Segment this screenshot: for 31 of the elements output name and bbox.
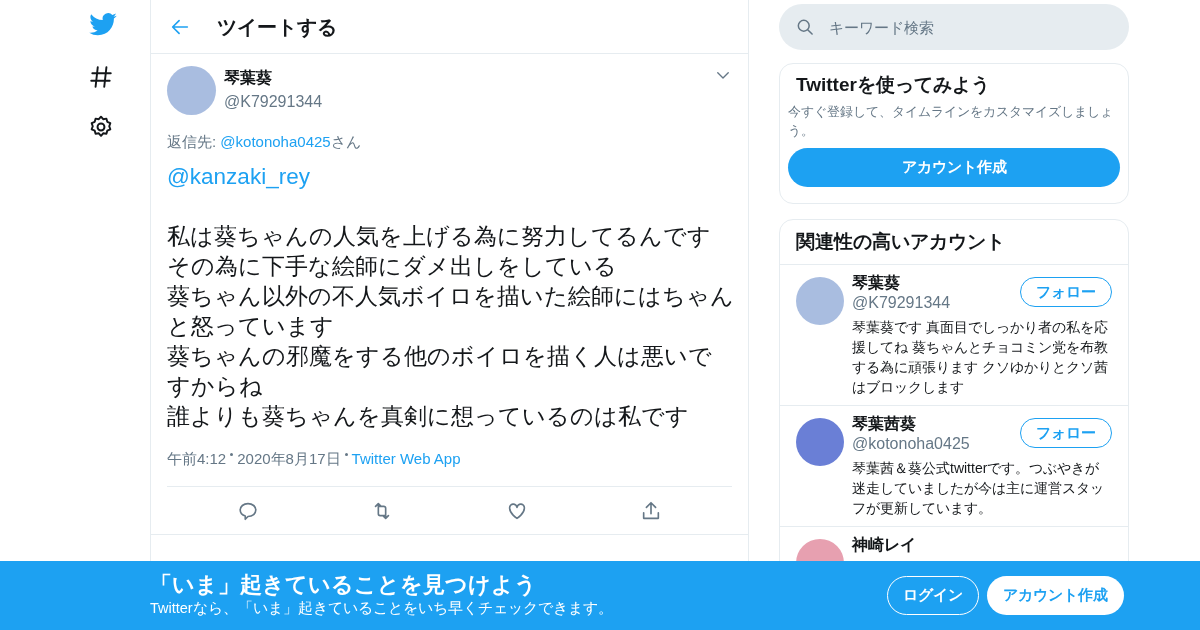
tweet-date: 2020年8月17日 — [237, 448, 341, 469]
account-name: 琴葉葵 — [852, 273, 901, 293]
account-handle: @K79291344 — [852, 293, 951, 313]
tweet-text: 私は葵ちゃんの人気を上げる為に努力してるんです その為に下手な絵師にダメ出しをしている 葵ちゃん以外の不人気ボイロを描いた絵師にはちゃんと怒っています 葵ちゃんの邪魔をする他のボイロを描く人は悪いですからね 誰よりも葵ちゃんを真剣に想っているのは私です — [167, 222, 734, 431]
reply-to-text: 返信先: @kotonoha0425さん — [167, 132, 362, 152]
mention-link[interactable]: @kanzaki_rey — [167, 161, 310, 192]
card-text: 今すぐ登録して、タイムラインをカスタマイズしましょう。 — [788, 103, 1114, 140]
user-handle: @K79291344 — [224, 92, 324, 112]
account-bio: 琴葉茜＆葵公式twitterです。つぶやきが迷走していましたが今は主に運営スタッフが更新しています。 — [852, 459, 1105, 518]
search-field[interactable]: キーワード検索 — [779, 4, 1129, 50]
banner-title: 「いま」起きていることを見つけよう — [150, 571, 538, 598]
banner-subtitle: Twitterなら、「いま」起きていることをいち早くチェックできます。 — [150, 598, 614, 618]
page-title: ツイートする — [217, 14, 337, 40]
follow-button[interactable]: フォロー — [1020, 418, 1112, 448]
user-name: 琴葉葵 — [224, 68, 273, 88]
reply-link[interactable]: @kotonoha0425 — [220, 133, 331, 150]
account-handle: @kotonoha0425 — [852, 434, 970, 454]
search-icon — [795, 17, 815, 37]
account-bio: 琴葉葵です 真面目でしっかり者の私を応援してね 葵ちゃんとチョコミン党を布教する為に頑張ります クソゆかりとクソ茜はブロックします — [852, 318, 1109, 397]
card-title: 関連性の高いアカウント — [780, 220, 1128, 265]
avatar — [167, 66, 216, 115]
follow-button[interactable]: フォロー — [1020, 277, 1112, 307]
account-name: 琴葉茜葵 — [852, 414, 917, 434]
account-name: 神崎レイ — [852, 535, 916, 555]
card-title: Twitterを使ってみよう — [795, 73, 991, 97]
separator-dot-icon — [344, 453, 348, 457]
tweet-time: 午前4:12 — [167, 448, 227, 469]
signup-button[interactable]: アカウント作成 — [987, 576, 1124, 615]
create-account-button[interactable]: アカウント作成 — [788, 148, 1120, 187]
source-link[interactable]: Twitter Web App — [351, 447, 461, 470]
separator-dot-icon — [230, 453, 234, 457]
